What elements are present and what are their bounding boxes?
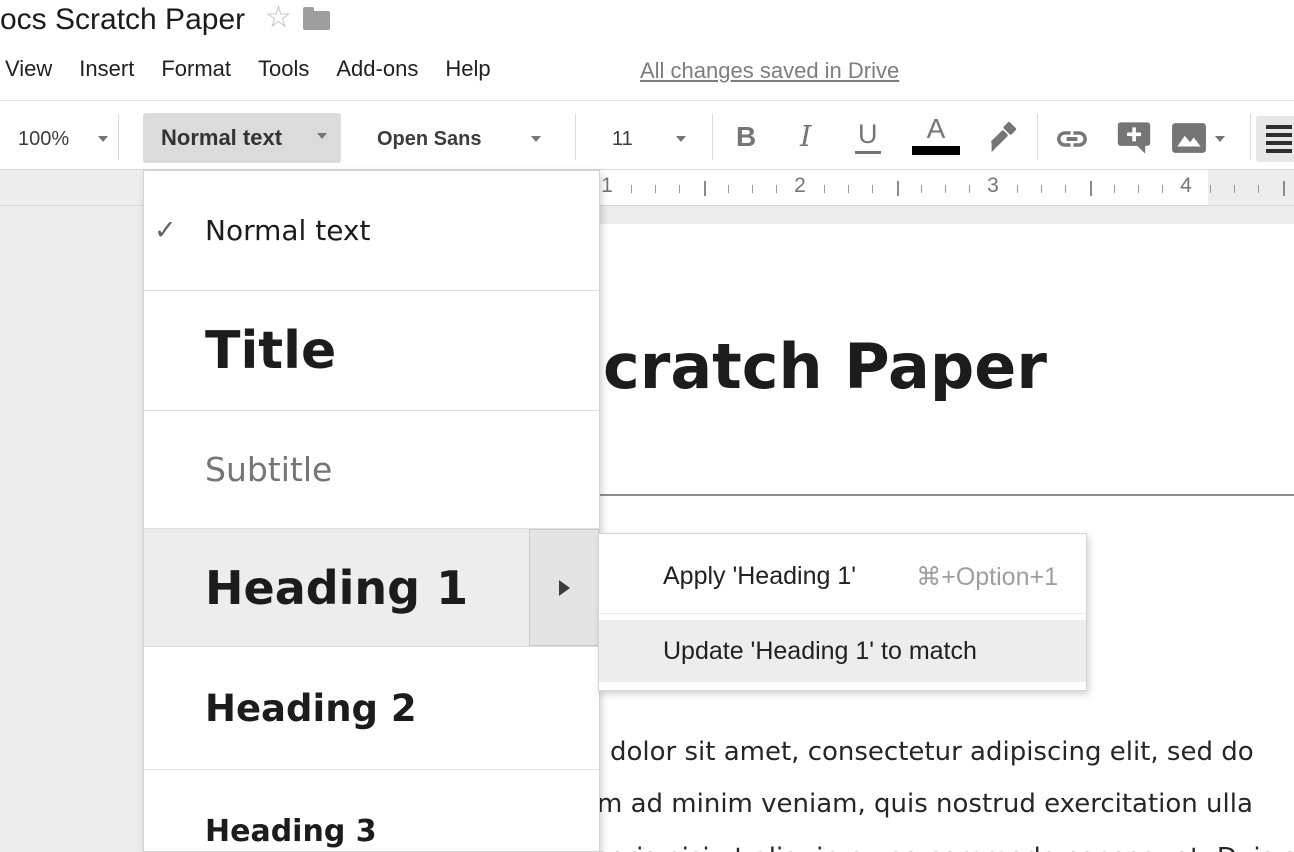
style-option-label: Subtitle bbox=[205, 450, 332, 489]
underline-button[interactable]: U bbox=[855, 119, 881, 154]
insert-link-button[interactable] bbox=[1053, 122, 1091, 156]
menu-format[interactable]: Format bbox=[161, 56, 231, 82]
style-option-normal-text[interactable]: ✓ Normal text bbox=[144, 171, 599, 291]
font-dropdown-arrow-icon[interactable] bbox=[531, 136, 541, 147]
style-option-heading1[interactable]: Heading 1 bbox=[144, 529, 599, 647]
style-option-label: Heading 1 bbox=[205, 561, 468, 615]
style-option-title[interactable]: Title bbox=[144, 291, 599, 411]
menu-item-label: Apply 'Heading 1' bbox=[663, 562, 856, 591]
menu-view[interactable]: View bbox=[5, 56, 52, 82]
menu-help[interactable]: Help bbox=[445, 56, 490, 82]
toolbar-separator bbox=[575, 114, 576, 160]
style-option-heading3[interactable]: Heading 3 bbox=[144, 770, 599, 852]
toolbar-divider bbox=[0, 100, 1294, 101]
submenu-divider bbox=[599, 613, 1086, 614]
document-title-text[interactable]: cratch Paper bbox=[603, 330, 1047, 403]
style-option-heading2[interactable]: Heading 2 bbox=[144, 647, 599, 770]
heading1-submenu: Apply 'Heading 1' ⌘+Option+1 Update 'Hea… bbox=[598, 533, 1087, 691]
bold-button[interactable]: B bbox=[736, 121, 756, 153]
toolbar-separator bbox=[1037, 114, 1038, 160]
toolbar-separator bbox=[712, 114, 713, 160]
zoom-dropdown-arrow-icon[interactable] bbox=[98, 136, 108, 147]
style-option-label: Heading 2 bbox=[205, 687, 417, 730]
font-size-select[interactable]: 11 bbox=[612, 128, 633, 151]
body-text-line[interactable]: boris nisi ut aliquip ex ea commodo cons… bbox=[593, 843, 1294, 852]
checkmark-icon: ✓ bbox=[154, 215, 177, 246]
ruler-ticks: 1234 bbox=[560, 170, 1294, 205]
italic-button[interactable]: I bbox=[800, 119, 811, 153]
heading1-submenu-button[interactable] bbox=[529, 529, 599, 646]
app-header: ocs Scratch Paper ☆ View Insert Format T… bbox=[0, 0, 1294, 170]
text-color-button[interactable]: A bbox=[912, 113, 960, 155]
text-color-letter: A bbox=[927, 113, 946, 144]
menu-insert[interactable]: Insert bbox=[79, 56, 134, 82]
update-heading1-item[interactable]: Update 'Heading 1' to match bbox=[599, 620, 1086, 682]
submenu-arrow-icon bbox=[559, 580, 578, 596]
paragraph-style-select[interactable]: Normal text bbox=[143, 113, 341, 163]
add-comment-button[interactable] bbox=[1115, 118, 1153, 158]
font-select[interactable]: Open Sans bbox=[377, 128, 481, 151]
zoom-select[interactable]: 100% bbox=[18, 128, 69, 151]
menu-item-label: Update 'Heading 1' to match bbox=[663, 637, 977, 666]
image-dropdown-arrow-icon[interactable] bbox=[1215, 136, 1225, 147]
highlight-button[interactable] bbox=[981, 118, 1019, 156]
align-button[interactable] bbox=[1256, 116, 1294, 162]
style-dropdown-arrow-icon bbox=[317, 133, 327, 144]
body-text-line[interactable]: m ad minim veniam, quis nostrud exercita… bbox=[597, 789, 1253, 819]
toolbar-separator bbox=[118, 114, 119, 160]
menubar: View Insert Format Tools Add-ons Help bbox=[5, 56, 491, 82]
document-name[interactable]: ocs Scratch Paper bbox=[0, 3, 245, 37]
keyboard-shortcut: ⌘+Option+1 bbox=[916, 562, 1058, 592]
style-option-label: Normal text bbox=[205, 214, 370, 247]
folder-icon[interactable] bbox=[303, 11, 330, 30]
style-option-label: Title bbox=[205, 321, 336, 381]
toolbar-separator bbox=[1250, 114, 1251, 160]
body-text-line[interactable]: dolor sit amet, consectetur adipiscing e… bbox=[610, 737, 1254, 767]
star-icon[interactable]: ☆ bbox=[265, 1, 292, 35]
insert-image-button[interactable] bbox=[1171, 122, 1207, 154]
style-option-subtitle[interactable]: Subtitle bbox=[144, 411, 599, 529]
save-status-link[interactable]: All changes saved in Drive bbox=[640, 58, 899, 84]
paragraph-style-value: Normal text bbox=[161, 125, 282, 151]
style-option-label: Heading 3 bbox=[205, 814, 377, 849]
menu-addons[interactable]: Add-ons bbox=[336, 56, 418, 82]
styles-dropdown-menu: ✓ Normal text Title Subtitle Heading 1 H… bbox=[143, 170, 600, 852]
align-icon bbox=[1266, 125, 1292, 129]
font-size-dropdown-arrow-icon[interactable] bbox=[676, 136, 686, 147]
menu-tools[interactable]: Tools bbox=[258, 56, 309, 82]
apply-heading1-item[interactable]: Apply 'Heading 1' ⌘+Option+1 bbox=[599, 540, 1086, 613]
text-color-bar bbox=[912, 146, 960, 155]
